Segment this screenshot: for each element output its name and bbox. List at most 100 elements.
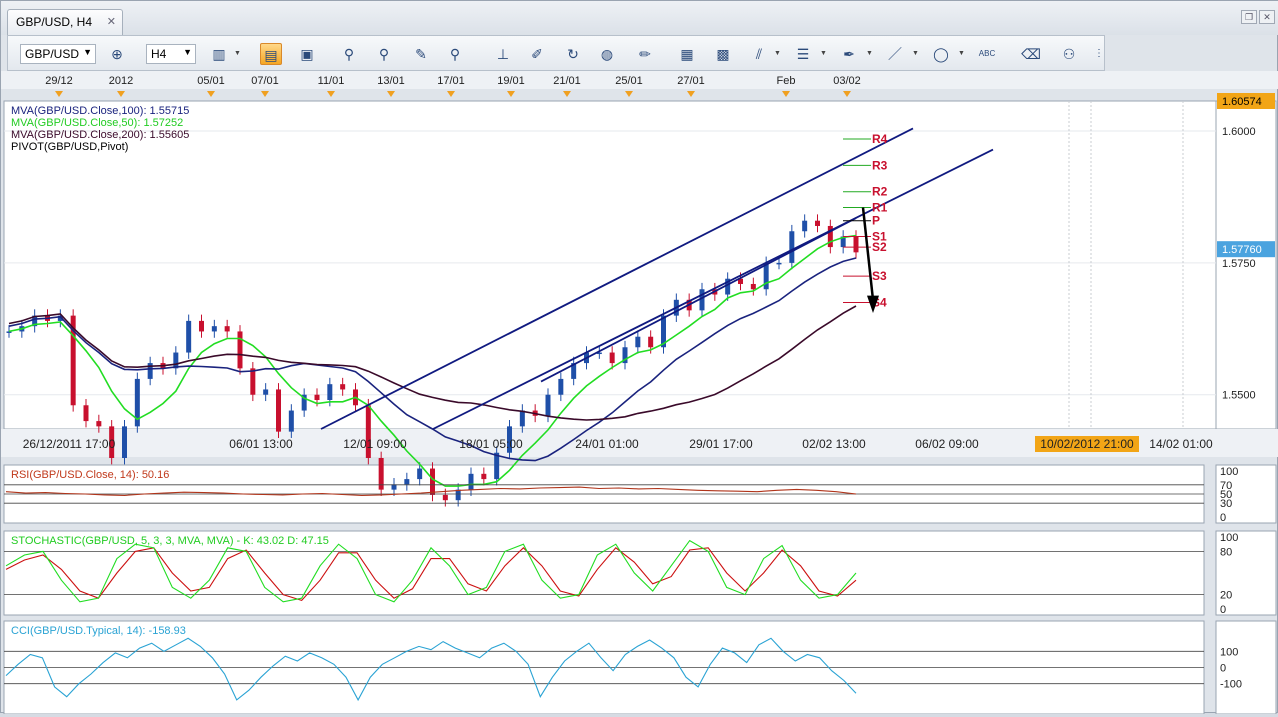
indicator-tick-label: 0	[1220, 604, 1226, 616]
candle-body	[96, 421, 102, 427]
indicator-tick-label: 100	[1220, 646, 1238, 658]
indicator-tick-label: 30	[1220, 498, 1232, 510]
top-time-label: 29/12	[45, 75, 73, 87]
drawing-icon[interactable]: ✐	[526, 43, 548, 65]
candle-body	[648, 336, 654, 348]
restore-icon[interactable]: ❐	[1241, 10, 1257, 24]
legend-entry: MVA(GBP/USD.Close,200): 1.55605	[11, 129, 189, 141]
template-icon[interactable]: ▩	[712, 43, 734, 65]
bottom-time-label: 14/02 01:00	[1149, 437, 1213, 451]
top-time-label: Feb	[777, 75, 796, 87]
pen-icon[interactable]: ✒	[838, 43, 860, 65]
candle-body	[327, 384, 333, 400]
cursor-icon[interactable]: ⚲	[338, 43, 360, 65]
brush-icon[interactable]: ／	[884, 43, 906, 65]
price-tick-label: 1.5500	[1222, 390, 1256, 402]
candle-body	[789, 231, 795, 263]
candle-body	[404, 479, 410, 485]
candle-body	[853, 236, 859, 253]
bottom-time-label: 18/01 05:00	[459, 437, 523, 451]
candle-body	[122, 426, 127, 459]
pivot-label-s3: S3	[872, 269, 887, 283]
hierarchy-icon[interactable]: ⚇	[1058, 43, 1080, 65]
tab-close-icon[interactable]: ✕	[107, 15, 116, 28]
indicators-icon[interactable]: ✎	[410, 43, 432, 65]
time-marker-icon	[55, 91, 63, 97]
indicator-tick-label: 100	[1220, 466, 1238, 478]
indicator-tick-label: 0	[1220, 512, 1226, 524]
chevron-down-icon[interactable]: ▼	[820, 50, 827, 57]
line-chart-icon[interactable]: ⊥	[492, 43, 514, 65]
candlestick-icon[interactable]: ▤	[260, 43, 282, 65]
current-price-badge-text: 1.57760	[1222, 244, 1262, 256]
symbol-select[interactable]: GBP/USD ▼	[20, 44, 96, 64]
top-time-label: 2012	[109, 75, 133, 87]
candle-body	[519, 410, 525, 427]
candle-body	[417, 468, 423, 480]
ruler-icon[interactable]: ✏	[634, 43, 656, 65]
top-time-label: 25/01	[615, 75, 643, 87]
candle-body	[815, 220, 820, 226]
more-icon[interactable]: ⋮	[1088, 43, 1110, 65]
pivot-label-r1: R1	[872, 201, 888, 215]
candle-body	[186, 320, 192, 353]
studies-icon[interactable]: ▣	[296, 43, 318, 65]
zoom-icon[interactable]: ⚲	[373, 43, 395, 65]
candle-body	[494, 452, 500, 480]
candle-body	[83, 405, 89, 422]
close-icon[interactable]: ✕	[1259, 10, 1275, 24]
image-icon[interactable]: ▦	[676, 43, 698, 65]
top-time-label: 21/01	[553, 75, 581, 87]
top-time-label: 19/01	[497, 75, 525, 87]
time-marker-icon	[625, 91, 633, 97]
refresh-icon[interactable]: ↻	[562, 43, 584, 65]
top-time-label: 05/01	[197, 75, 225, 87]
candle-body	[237, 331, 243, 369]
chart-canvas[interactable]: 29/12 2012 05/01 07/01 11/01 13/01 17/01 19/01 2…	[1, 71, 1278, 715]
time-marker-icon	[261, 91, 269, 97]
time-marker-icon	[387, 91, 395, 97]
indicator-tick-label: 80	[1220, 546, 1232, 558]
chevron-down-icon[interactable]: ▼	[958, 50, 965, 57]
fibonacci-icon[interactable]: ⫽	[748, 43, 770, 65]
chart-area: 29/12 2012 05/01 07/01 11/01 13/01 17/01 19/01 2…	[1, 71, 1278, 715]
candle-body	[224, 326, 230, 332]
time-marker-icon	[782, 91, 790, 97]
ellipse-icon[interactable]: ◯	[930, 43, 952, 65]
chevron-down-icon[interactable]: ▼	[912, 50, 919, 57]
candle-body	[340, 384, 346, 390]
timeframe-select[interactable]: H4 ▼	[146, 44, 196, 64]
bottom-time-label: 26/12/2011 17:00	[23, 437, 116, 451]
chevron-down-icon[interactable]: ▼	[866, 50, 873, 57]
chevron-down-icon[interactable]: ▼	[774, 50, 781, 57]
crosshair-icon[interactable]: ⊕	[106, 43, 128, 65]
candle-body	[545, 394, 551, 416]
globe-icon[interactable]: ◍	[596, 43, 618, 65]
text-icon[interactable]: ABC	[976, 43, 998, 65]
bar-chart-icon[interactable]: ▥	[208, 43, 230, 65]
candle-body	[481, 473, 487, 480]
eraser-icon[interactable]: ⌫	[1020, 43, 1042, 65]
candle-body	[276, 389, 281, 432]
top-time-label: 07/01	[251, 75, 279, 87]
indicator-tick-label: 100	[1220, 532, 1238, 544]
pivot-label-r4: R4	[872, 132, 888, 146]
candle-body	[211, 326, 217, 332]
candle-body	[288, 410, 294, 432]
chart-tab[interactable]: GBP/USD, H4 ✕	[7, 9, 123, 35]
lines-icon[interactable]: ☰	[792, 43, 814, 65]
top-time-label: 13/01	[377, 75, 405, 87]
main-plot-area	[3, 100, 1217, 430]
candle-body	[455, 489, 461, 501]
candle-body	[173, 352, 179, 369]
chevron-down-icon[interactable]: ▼	[234, 50, 241, 57]
bottom-time-label: 10/02/2012 21:00	[1040, 437, 1134, 451]
top-time-label: 03/02	[833, 75, 861, 87]
legend-entry: MVA(GBP/USD.Close,50): 1.57252	[11, 117, 183, 129]
chart-tab-title: GBP/USD, H4	[16, 15, 93, 29]
bottom-time-label: 06/02 09:00	[915, 437, 979, 451]
indicator-title: STOCHASTIC(GBP/USD, 5, 3, 3, MVA, MVA) -…	[11, 535, 329, 547]
legend-entry: PIVOT(GBP/USD,Pivot)	[11, 141, 128, 153]
trend-icon[interactable]: ⚲	[444, 43, 466, 65]
candle-body	[468, 473, 474, 490]
